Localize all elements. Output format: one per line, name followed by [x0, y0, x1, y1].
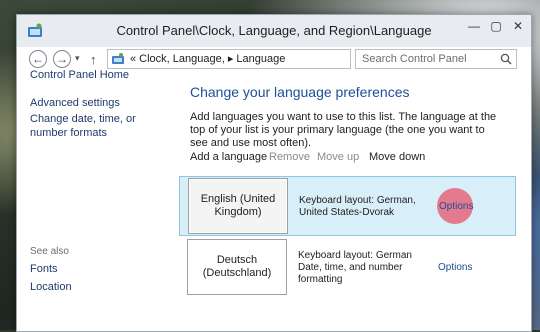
page-description: Add languages you want to use to this li… [190, 111, 497, 149]
add-language-button[interactable]: Add a language [190, 151, 267, 163]
language-details: Keyboard layout: German Date, time, and … [298, 250, 412, 285]
move-up-button[interactable]: Move up [317, 151, 359, 163]
sidebar-item-location[interactable]: Location [30, 281, 72, 293]
forward-arrow-icon[interactable]: → [53, 50, 71, 68]
see-also-heading: See also [30, 246, 69, 257]
remove-button[interactable]: Remove [269, 151, 310, 163]
address-path: « Clock, Language, ▸ Language [130, 53, 286, 65]
options-link[interactable]: Options [438, 262, 472, 273]
language-row-english[interactable]: English (United Kingdom) Keyboard layout… [179, 176, 516, 236]
language-name: Deutsch (Deutschland) [187, 239, 287, 295]
search-icon[interactable] [500, 53, 512, 65]
search-input[interactable] [356, 50, 502, 68]
back-arrow-icon[interactable]: ← [29, 50, 47, 68]
chevron-down-icon[interactable]: ▾ [75, 53, 80, 64]
page-title: Change your language preferences [190, 84, 410, 100]
sidebar-item-control-panel-home[interactable]: Control Panel Home [30, 68, 129, 82]
language-name: English (United Kingdom) [188, 178, 288, 234]
language-row-deutsch[interactable]: Deutsch (Deutschland) Keyboard layout: G… [179, 238, 516, 298]
address-bar[interactable]: « Clock, Language, ▸ Language [107, 49, 351, 69]
sidebar-item-fonts[interactable]: Fonts [30, 263, 58, 275]
sidebar-item-advanced-settings[interactable]: Advanced settings [30, 96, 120, 110]
language-details: Keyboard layout: German, United States-D… [299, 195, 416, 218]
close-button[interactable]: ✕ [505, 17, 531, 35]
control-panel-icon [112, 53, 124, 64]
title-bar[interactable]: Control Panel\Clock, Language, and Regio… [17, 15, 531, 47]
window-title: Control Panel\Clock, Language, and Regio… [116, 23, 432, 38]
move-down-button[interactable]: Move down [369, 151, 425, 163]
options-link[interactable]: Options [439, 201, 473, 212]
search-box[interactable] [355, 49, 517, 69]
up-arrow-icon[interactable]: ↑ [90, 52, 97, 67]
sidebar-item-date-time-formats[interactable]: Change date, time, or number formats [30, 112, 165, 140]
